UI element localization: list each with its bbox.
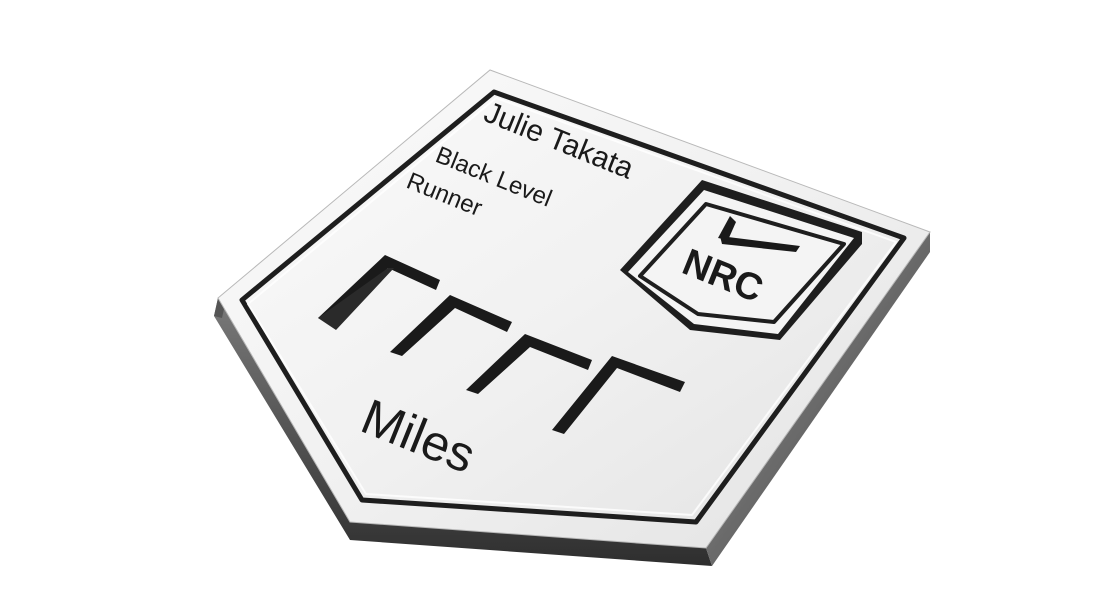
- medal-render: Julie Takata Black Level Runner Miles NR…: [214, 69, 931, 566]
